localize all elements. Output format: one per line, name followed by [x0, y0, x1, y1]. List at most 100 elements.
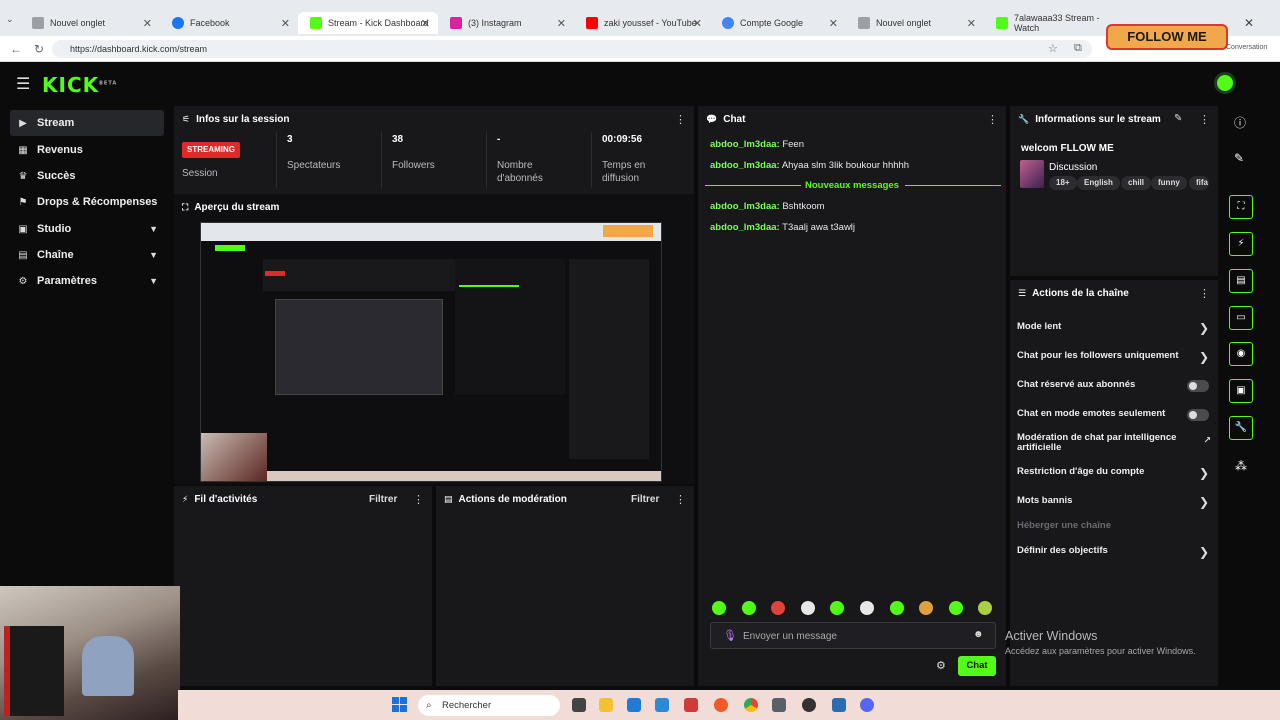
- browser-tab-7[interactable]: Nouvel onglet ✕: [846, 12, 984, 34]
- action-age-restriction[interactable]: Restriction d'âge du compte ❯: [1017, 466, 1211, 480]
- more-options-icon[interactable]: ⋮: [1199, 287, 1210, 300]
- sidebar-item-drops[interactable]: ⚑ Drops & Récompenses: [10, 189, 164, 215]
- star-icon[interactable]: ☆: [1048, 42, 1058, 55]
- chat-username[interactable]: abdoo_lm3daa:: [710, 160, 780, 171]
- sidebar-item-stream[interactable]: ▶ Stream: [10, 110, 164, 136]
- emoji-icon[interactable]: ☻: [973, 629, 984, 640]
- sliders-icon: ⚟: [182, 114, 191, 124]
- stream-preview-video[interactable]: [200, 222, 662, 482]
- chat-username[interactable]: abdoo_lm3daa:: [710, 201, 780, 212]
- action-ai-moderation[interactable]: Modération de chat par intelligence arti…: [1017, 433, 1211, 453]
- browser-tab-4[interactable]: (3) Instagram ✕: [438, 12, 574, 34]
- close-icon[interactable]: ✕: [421, 17, 430, 30]
- browser-tab-1[interactable]: Nouvel onglet ✕: [20, 12, 160, 34]
- chrome-icon[interactable]: [744, 698, 758, 712]
- close-icon[interactable]: ✕: [967, 17, 976, 30]
- edit-icon[interactable]: ✎: [1234, 151, 1244, 165]
- document-icon[interactable]: ▤: [1229, 269, 1253, 293]
- toggle-switch[interactable]: [1187, 409, 1209, 421]
- store-icon[interactable]: [655, 698, 669, 712]
- emote-icon[interactable]: [889, 601, 904, 615]
- close-icon[interactable]: ✕: [557, 17, 566, 30]
- browser-tab-2[interactable]: Facebook ✕: [160, 12, 298, 34]
- app-icon[interactable]: [832, 698, 846, 712]
- more-options-icon[interactable]: ⋮: [987, 113, 998, 126]
- action-label: Chat en mode emotes seulement: [1017, 408, 1166, 419]
- chat-bubble-icon[interactable]: ▭: [1229, 306, 1253, 330]
- emote-icon[interactable]: [860, 601, 874, 615]
- filter-button[interactable]: Filtrer: [369, 494, 397, 505]
- action-banned-words[interactable]: Mots bannis ❯: [1017, 495, 1211, 509]
- extension-icon[interactable]: ⧉: [1074, 42, 1082, 55]
- action-host-channel[interactable]: Héberger une chaîne: [1017, 520, 1211, 531]
- toggle-switch[interactable]: [1187, 380, 1209, 392]
- tab-list-chevron-icon[interactable]: ⌄: [6, 14, 14, 25]
- file-explorer-icon[interactable]: [599, 698, 613, 712]
- emote-icon[interactable]: [741, 601, 756, 615]
- browser-tab-8[interactable]: 7alawaaa33 Stream - Watch: [984, 12, 1104, 34]
- sidebar-item-studio[interactable]: ▣ Studio ▼: [10, 216, 164, 242]
- action-set-goals[interactable]: Définir des objectifs ❯: [1017, 545, 1211, 559]
- chat-input[interactable]: [743, 628, 963, 644]
- camera-icon[interactable]: ▣: [1229, 379, 1253, 403]
- app-icon[interactable]: [802, 698, 816, 712]
- action-followers-only[interactable]: Chat pour les followers uniquement ❯: [1017, 350, 1211, 364]
- mail-icon[interactable]: [627, 698, 641, 712]
- follow-me-overlay: FOLLOW ME: [1108, 26, 1226, 48]
- sidebar-item-chaine[interactable]: ▤ Chaîne ▼: [10, 242, 164, 268]
- close-icon[interactable]: ✕: [829, 17, 838, 30]
- send-chat-button[interactable]: Chat: [958, 656, 996, 676]
- task-view-icon[interactable]: [572, 698, 586, 712]
- brave-icon[interactable]: [714, 698, 728, 712]
- more-options-icon[interactable]: ⋮: [675, 113, 686, 126]
- edit-icon[interactable]: ✎: [1174, 113, 1182, 124]
- wrench-icon[interactable]: 🔧: [1229, 416, 1253, 440]
- microphone-icon[interactable]: 🎙: [723, 629, 737, 642]
- browser-tab-5[interactable]: zaki youssef - YouTube ✕: [574, 12, 710, 34]
- info-icon[interactable]: ⓘ: [1234, 114, 1246, 131]
- divider: [276, 132, 277, 188]
- window-close-icon[interactable]: ✕: [1244, 16, 1254, 30]
- stream-category[interactable]: Discussion: [1049, 162, 1097, 173]
- chat-username[interactable]: abdoo_lm3daa:: [710, 222, 780, 233]
- kick-logo[interactable]: KICKBETA: [42, 73, 117, 97]
- browser-tab-3[interactable]: Stream - Kick Dashboard ✕: [298, 12, 438, 34]
- discord-icon[interactable]: [860, 698, 874, 712]
- chat-message: abdoo_lm3daa: Bshtkoom: [710, 201, 825, 212]
- emote-icon[interactable]: [712, 601, 726, 615]
- chevron-down-icon: ▼: [149, 224, 158, 234]
- taskbar-search[interactable]: ⌕ Rechercher: [418, 695, 560, 716]
- filter-button[interactable]: Filtrer: [631, 494, 659, 505]
- broadcast-icon[interactable]: ◉: [1229, 342, 1253, 366]
- close-icon[interactable]: ✕: [281, 17, 290, 30]
- windows-start-icon[interactable]: [392, 697, 408, 713]
- close-icon[interactable]: ✕: [143, 17, 152, 30]
- sidebar-item-succes[interactable]: ♛ Succès: [10, 163, 164, 189]
- divider-line: [705, 185, 801, 186]
- more-options-icon[interactable]: ⋮: [413, 493, 424, 506]
- browser-tab-6[interactable]: Compte Google ✕: [710, 12, 846, 34]
- chevron-right-icon: ❯: [1198, 545, 1209, 559]
- hamburger-menu-icon[interactable]: ☰: [16, 74, 30, 94]
- avatar[interactable]: [1214, 72, 1236, 94]
- close-icon[interactable]: ✕: [693, 17, 702, 30]
- obs-icon[interactable]: [772, 698, 786, 712]
- reload-icon[interactable]: ↻: [34, 42, 44, 56]
- fullscreen-icon[interactable]: ⛶: [1229, 195, 1253, 219]
- chat-input-box[interactable]: 🎙 ☻: [710, 622, 996, 649]
- apps-icon[interactable]: ⁂: [1235, 459, 1247, 473]
- url-field[interactable]: https://dashboard.kick.com/stream: [52, 40, 1092, 58]
- emote-icon[interactable]: [800, 601, 815, 615]
- action-slow-mode[interactable]: Mode lent ❯: [1017, 321, 1211, 335]
- action-label: Héberger une chaîne: [1017, 520, 1111, 531]
- app-icon[interactable]: [684, 698, 698, 712]
- sidebar-item-revenus[interactable]: ▦ Revenus: [10, 137, 164, 163]
- more-options-icon[interactable]: ⋮: [675, 493, 686, 506]
- chat-username[interactable]: abdoo_lm3daa:: [710, 139, 780, 150]
- back-arrow-icon[interactable]: ←: [10, 42, 22, 56]
- lightning-icon[interactable]: ⚡: [1229, 232, 1253, 256]
- more-options-icon[interactable]: ⋮: [1199, 113, 1210, 126]
- emote-icon[interactable]: [948, 601, 963, 615]
- gear-icon[interactable]: ⚙: [936, 659, 946, 672]
- sidebar-item-parametres[interactable]: ⚙ Paramètres ▼: [10, 268, 164, 294]
